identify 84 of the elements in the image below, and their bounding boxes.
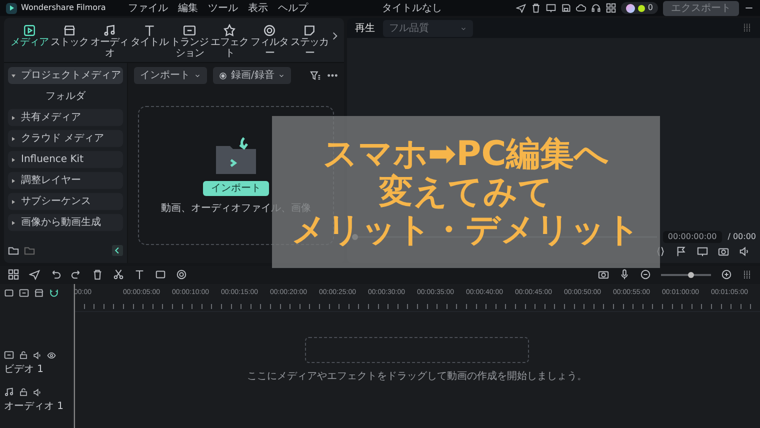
mic-icon[interactable] bbox=[619, 269, 630, 280]
monitor-icon[interactable] bbox=[697, 246, 708, 257]
sidebar-item[interactable]: プロジェクトメディア bbox=[8, 67, 123, 84]
duration: / 00:00 bbox=[728, 230, 756, 243]
transition-icon bbox=[183, 24, 196, 38]
speaker-icon[interactable] bbox=[739, 246, 750, 257]
cloud-icon[interactable] bbox=[576, 3, 586, 14]
panel-tab[interactable]: ステッカー bbox=[290, 24, 329, 60]
track-name: オーディオ 1 bbox=[4, 400, 65, 414]
sidebar-item[interactable]: サブシーケンス bbox=[8, 193, 123, 210]
menu-item[interactable]: ツール bbox=[208, 0, 238, 16]
record-icon bbox=[219, 72, 227, 80]
panel-tab[interactable]: エフェクト bbox=[210, 24, 249, 60]
music-icon bbox=[103, 24, 116, 38]
zoom-in-icon[interactable] bbox=[721, 269, 732, 280]
undo-icon[interactable] bbox=[50, 269, 61, 280]
credits-pill[interactable]: 0 bbox=[620, 2, 658, 14]
redo-icon[interactable] bbox=[71, 269, 82, 280]
folder-import-icon bbox=[214, 136, 258, 176]
camera-icon[interactable] bbox=[718, 246, 729, 257]
collapse-icon[interactable] bbox=[112, 245, 123, 256]
view-options-icon[interactable] bbox=[742, 23, 752, 34]
grid-icon[interactable] bbox=[8, 269, 19, 280]
apps-grid-icon[interactable] bbox=[606, 3, 616, 14]
player-label: 再生 bbox=[355, 22, 375, 36]
filter-icon bbox=[263, 24, 276, 38]
app-logo-icon bbox=[6, 2, 17, 14]
caret-icon bbox=[194, 72, 201, 80]
audio-track-icon[interactable] bbox=[4, 387, 14, 397]
panel-tab[interactable]: タイトル bbox=[130, 24, 169, 49]
menu-item[interactable]: ファイル bbox=[128, 0, 168, 16]
sidebar-item[interactable]: 共有メディア bbox=[8, 109, 123, 126]
sidebar-item[interactable]: Influence Kit bbox=[8, 151, 123, 168]
flag-icon[interactable] bbox=[676, 246, 687, 257]
folder-icon[interactable] bbox=[24, 245, 35, 256]
track-name: ビデオ 1 bbox=[4, 363, 45, 377]
panel-tab[interactable]: ストック bbox=[50, 24, 89, 49]
timecode: 00:00:00:00 bbox=[662, 230, 722, 243]
chevron-right-icon[interactable] bbox=[330, 30, 340, 42]
eye-icon[interactable] bbox=[47, 350, 56, 360]
speaker-icon[interactable] bbox=[33, 388, 42, 396]
menu-item[interactable]: 表示 bbox=[248, 0, 268, 16]
filter-list-icon[interactable] bbox=[310, 70, 321, 82]
panel-tab[interactable]: メディア bbox=[10, 24, 49, 49]
sidebar-item[interactable]: 画像から動画生成 bbox=[8, 214, 123, 232]
text-icon[interactable] bbox=[134, 269, 145, 280]
panel-tab[interactable]: トランジション bbox=[170, 24, 209, 60]
store-icon bbox=[63, 24, 76, 38]
video-track-icon[interactable] bbox=[4, 350, 14, 360]
app-name: Wondershare Filmora bbox=[21, 2, 106, 14]
zoom-slider-thumb[interactable] bbox=[688, 272, 694, 278]
sidebar-item[interactable]: 調整レイヤー bbox=[8, 172, 123, 190]
media-icon bbox=[23, 24, 36, 38]
import-dropdown[interactable]: インポート bbox=[134, 67, 207, 84]
menu-item[interactable]: ヘルプ bbox=[278, 0, 308, 16]
sidebar-item[interactable]: クラウド メディア bbox=[8, 130, 123, 148]
lock-icon[interactable] bbox=[19, 388, 28, 396]
zoom-out-icon[interactable] bbox=[640, 269, 651, 280]
caret-icon bbox=[278, 72, 286, 80]
record-dropdown[interactable]: 録画/録音 bbox=[213, 67, 292, 84]
panel-tab[interactable]: オーディオ bbox=[90, 24, 129, 60]
speaker-icon[interactable] bbox=[33, 350, 42, 360]
text-icon bbox=[143, 24, 156, 38]
headset-icon[interactable] bbox=[590, 3, 601, 14]
scissors-icon[interactable] bbox=[113, 269, 124, 280]
effect-icon bbox=[223, 24, 236, 38]
camera-icon[interactable] bbox=[598, 269, 609, 280]
monitor-icon[interactable] bbox=[546, 3, 556, 14]
timeline-hint: ここにメディアやエフェクトをドラッグして動画の作成を開始しましょう。 bbox=[247, 370, 587, 384]
overlay-headline: 変えてみて bbox=[379, 172, 553, 212]
new-folder-icon[interactable] bbox=[8, 245, 19, 256]
select-icon[interactable] bbox=[29, 269, 40, 280]
drag-handle-icon[interactable] bbox=[742, 268, 752, 281]
lock-icon[interactable] bbox=[19, 350, 28, 360]
magnet-icon[interactable] bbox=[49, 288, 59, 298]
save-icon[interactable] bbox=[560, 3, 571, 14]
folder-item[interactable]: フォルダ bbox=[8, 88, 123, 106]
sticker-icon bbox=[303, 24, 316, 38]
import-button[interactable]: インポート bbox=[203, 180, 269, 196]
panel-tab[interactable]: フィルター bbox=[250, 24, 289, 60]
send-icon[interactable] bbox=[516, 3, 526, 14]
trash-icon[interactable] bbox=[92, 269, 103, 280]
menu-item[interactable]: 編集 bbox=[178, 0, 198, 16]
window-title: タイトルなし bbox=[382, 2, 442, 16]
